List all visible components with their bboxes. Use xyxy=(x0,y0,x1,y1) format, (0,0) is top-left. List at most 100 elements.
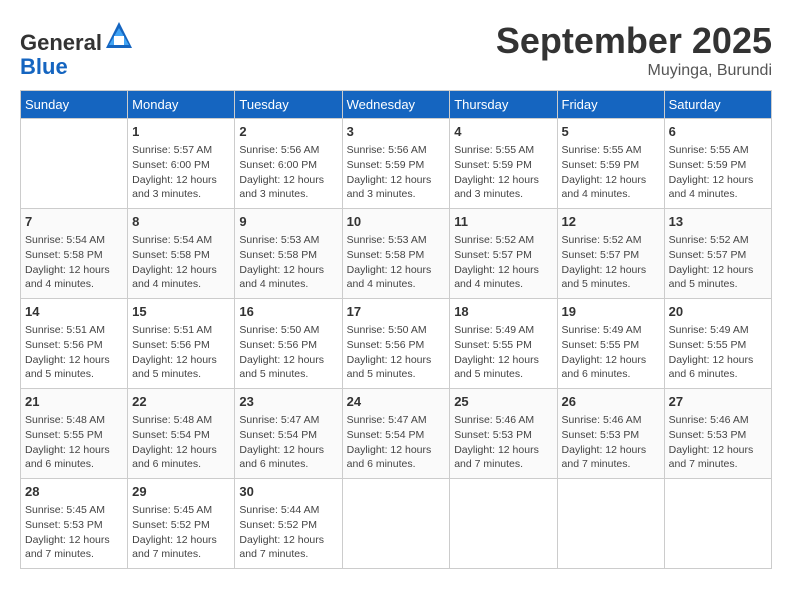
calendar-cell: 14 Sunrise: 5:51 AM Sunset: 5:56 PM Dayli… xyxy=(21,299,128,389)
cell-content: Sunrise: 5:45 AM Sunset: 5:53 PM Dayligh… xyxy=(25,503,123,562)
day-number: 10 xyxy=(347,213,446,231)
day-number: 28 xyxy=(25,483,123,501)
day-header-thursday: Thursday xyxy=(450,91,557,119)
calendar-week-row: 14 Sunrise: 5:51 AM Sunset: 5:56 PM Dayli… xyxy=(21,299,772,389)
month-title: September 2025 xyxy=(496,20,772,62)
logo-icon xyxy=(104,20,134,50)
cell-content: Sunrise: 5:50 AM Sunset: 5:56 PM Dayligh… xyxy=(239,323,337,382)
cell-content: Sunrise: 5:52 AM Sunset: 5:57 PM Dayligh… xyxy=(454,233,552,292)
day-number: 17 xyxy=(347,303,446,321)
cell-content: Sunrise: 5:55 AM Sunset: 5:59 PM Dayligh… xyxy=(669,143,767,202)
calendar-week-row: 7 Sunrise: 5:54 AM Sunset: 5:58 PM Daylig… xyxy=(21,209,772,299)
cell-content: Sunrise: 5:54 AM Sunset: 5:58 PM Dayligh… xyxy=(25,233,123,292)
day-header-sunday: Sunday xyxy=(21,91,128,119)
calendar-week-row: 21 Sunrise: 5:48 AM Sunset: 5:55 PM Dayli… xyxy=(21,389,772,479)
cell-content: Sunrise: 5:48 AM Sunset: 5:55 PM Dayligh… xyxy=(25,413,123,472)
day-header-friday: Friday xyxy=(557,91,664,119)
calendar-cell xyxy=(342,479,450,569)
cell-content: Sunrise: 5:52 AM Sunset: 5:57 PM Dayligh… xyxy=(562,233,660,292)
day-number: 22 xyxy=(132,393,230,411)
cell-content: Sunrise: 5:56 AM Sunset: 6:00 PM Dayligh… xyxy=(239,143,337,202)
calendar-cell: 1Sunrise: 5:57 AM Sunset: 6:00 PM Daylig… xyxy=(128,119,235,209)
day-number: 20 xyxy=(669,303,767,321)
cell-content: Sunrise: 5:55 AM Sunset: 5:59 PM Dayligh… xyxy=(454,143,552,202)
cell-content: Sunrise: 5:51 AM Sunset: 5:56 PM Dayligh… xyxy=(25,323,123,382)
day-number: 3 xyxy=(347,123,446,141)
day-header-wednesday: Wednesday xyxy=(342,91,450,119)
calendar-cell: 12 Sunrise: 5:52 AM Sunset: 5:57 PM Dayli… xyxy=(557,209,664,299)
cell-content: Sunrise: 5:46 AM Sunset: 5:53 PM Dayligh… xyxy=(454,413,552,472)
logo: General Blue xyxy=(20,20,134,79)
title-area: September 2025 Muyinga, Burundi xyxy=(496,20,772,80)
cell-content: Sunrise: 5:54 AM Sunset: 5:58 PM Dayligh… xyxy=(132,233,230,292)
calendar-cell xyxy=(664,479,771,569)
calendar-cell: 24 Sunrise: 5:47 AM Sunset: 5:54 PM Dayli… xyxy=(342,389,450,479)
calendar-cell: 21 Sunrise: 5:48 AM Sunset: 5:55 PM Dayli… xyxy=(21,389,128,479)
location-title: Muyinga, Burundi xyxy=(496,62,772,80)
day-number: 15 xyxy=(132,303,230,321)
cell-content: Sunrise: 5:53 AM Sunset: 5:58 PM Dayligh… xyxy=(347,233,446,292)
day-number: 13 xyxy=(669,213,767,231)
calendar-header-row: SundayMondayTuesdayWednesdayThursdayFrid… xyxy=(21,91,772,119)
calendar-week-row: 1Sunrise: 5:57 AM Sunset: 6:00 PM Daylig… xyxy=(21,119,772,209)
day-number: 5 xyxy=(562,123,660,141)
logo-general-text: General xyxy=(20,30,102,55)
calendar-cell: 23Sunrise: 5:47 AM Sunset: 5:54 PM Dayli… xyxy=(235,389,342,479)
cell-content: Sunrise: 5:52 AM Sunset: 5:57 PM Dayligh… xyxy=(669,233,767,292)
day-number: 7 xyxy=(25,213,123,231)
cell-content: Sunrise: 5:47 AM Sunset: 5:54 PM Dayligh… xyxy=(347,413,446,472)
cell-content: Sunrise: 5:46 AM Sunset: 5:53 PM Dayligh… xyxy=(562,413,660,472)
calendar-cell: 28 Sunrise: 5:45 AM Sunset: 5:53 PM Dayli… xyxy=(21,479,128,569)
calendar-cell: 7 Sunrise: 5:54 AM Sunset: 5:58 PM Daylig… xyxy=(21,209,128,299)
cell-content: Sunrise: 5:46 AM Sunset: 5:53 PM Dayligh… xyxy=(669,413,767,472)
calendar-cell: 2 Sunrise: 5:56 AM Sunset: 6:00 PM Daylig… xyxy=(235,119,342,209)
cell-content: Sunrise: 5:45 AM Sunset: 5:52 PM Dayligh… xyxy=(132,503,230,562)
day-number: 12 xyxy=(562,213,660,231)
cell-content: Sunrise: 5:53 AM Sunset: 5:58 PM Dayligh… xyxy=(239,233,337,292)
day-number: 11 xyxy=(454,213,552,231)
day-number: 18 xyxy=(454,303,552,321)
cell-content: Sunrise: 5:55 AM Sunset: 5:59 PM Dayligh… xyxy=(562,143,660,202)
calendar-cell: 18Sunrise: 5:49 AM Sunset: 5:55 PM Dayli… xyxy=(450,299,557,389)
day-number: 23 xyxy=(239,393,337,411)
calendar-cell: 11 Sunrise: 5:52 AM Sunset: 5:57 PM Dayli… xyxy=(450,209,557,299)
calendar-cell: 19Sunrise: 5:49 AM Sunset: 5:55 PM Dayli… xyxy=(557,299,664,389)
day-number: 19 xyxy=(562,303,660,321)
cell-content: Sunrise: 5:44 AM Sunset: 5:52 PM Dayligh… xyxy=(239,503,337,562)
calendar-cell: 9 Sunrise: 5:53 AM Sunset: 5:58 PM Daylig… xyxy=(235,209,342,299)
day-number: 26 xyxy=(562,393,660,411)
day-number: 9 xyxy=(239,213,337,231)
calendar-cell xyxy=(450,479,557,569)
day-number: 4 xyxy=(454,123,552,141)
day-number: 25 xyxy=(454,393,552,411)
calendar-cell: 8 Sunrise: 5:54 AM Sunset: 5:58 PM Daylig… xyxy=(128,209,235,299)
cell-content: Sunrise: 5:50 AM Sunset: 5:56 PM Dayligh… xyxy=(347,323,446,382)
calendar-cell: 17 Sunrise: 5:50 AM Sunset: 5:56 PM Dayli… xyxy=(342,299,450,389)
calendar-cell: 13 Sunrise: 5:52 AM Sunset: 5:57 PM Dayli… xyxy=(664,209,771,299)
calendar-cell: 10 Sunrise: 5:53 AM Sunset: 5:58 PM Dayli… xyxy=(342,209,450,299)
day-number: 2 xyxy=(239,123,337,141)
day-number: 16 xyxy=(239,303,337,321)
calendar-cell: 16 Sunrise: 5:50 AM Sunset: 5:56 PM Dayli… xyxy=(235,299,342,389)
calendar-table: SundayMondayTuesdayWednesdayThursdayFrid… xyxy=(20,90,772,569)
calendar-cell: 25 Sunrise: 5:46 AM Sunset: 5:53 PM Dayli… xyxy=(450,389,557,479)
day-number: 14 xyxy=(25,303,123,321)
calendar-cell: 3Sunrise: 5:56 AM Sunset: 5:59 PM Daylig… xyxy=(342,119,450,209)
day-number: 6 xyxy=(669,123,767,141)
day-number: 24 xyxy=(347,393,446,411)
day-number: 30 xyxy=(239,483,337,501)
day-header-monday: Monday xyxy=(128,91,235,119)
calendar-cell: 4 Sunrise: 5:55 AM Sunset: 5:59 PM Daylig… xyxy=(450,119,557,209)
day-number: 8 xyxy=(132,213,230,231)
calendar-cell: 15Sunrise: 5:51 AM Sunset: 5:56 PM Dayli… xyxy=(128,299,235,389)
day-number: 29 xyxy=(132,483,230,501)
calendar-cell xyxy=(557,479,664,569)
day-header-saturday: Saturday xyxy=(664,91,771,119)
calendar-cell: 20Sunrise: 5:49 AM Sunset: 5:55 PM Dayli… xyxy=(664,299,771,389)
calendar-week-row: 28 Sunrise: 5:45 AM Sunset: 5:53 PM Dayli… xyxy=(21,479,772,569)
calendar-cell: 29 Sunrise: 5:45 AM Sunset: 5:52 PM Dayli… xyxy=(128,479,235,569)
calendar-cell xyxy=(21,119,128,209)
day-number: 21 xyxy=(25,393,123,411)
calendar-cell: 5 Sunrise: 5:55 AM Sunset: 5:59 PM Daylig… xyxy=(557,119,664,209)
calendar-cell: 6 Sunrise: 5:55 AM Sunset: 5:59 PM Daylig… xyxy=(664,119,771,209)
